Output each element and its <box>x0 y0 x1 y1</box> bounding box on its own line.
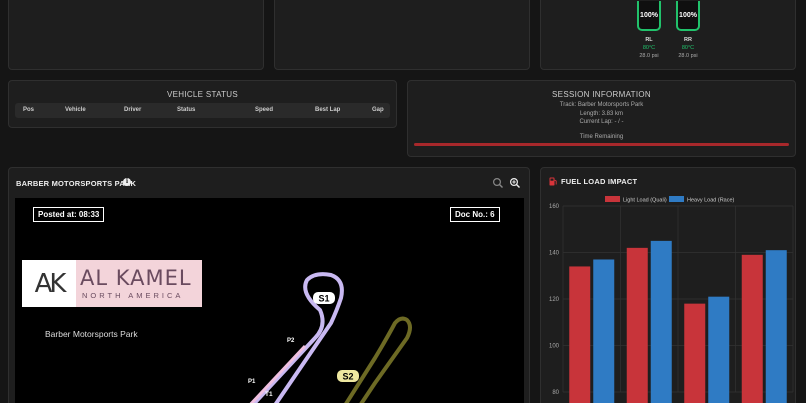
col-pos[interactable]: Pos <box>23 107 34 113</box>
marker-t1: T1 <box>265 391 273 398</box>
y-tick-1: 140 <box>549 251 560 257</box>
top-left-panel <box>8 0 264 70</box>
y-tick-0: 160 <box>549 204 560 210</box>
bar-1-1 <box>650 240 672 403</box>
tire-rl-label: RL <box>645 37 653 43</box>
tire-rr-pressure: 28.0 psi <box>678 53 698 59</box>
tire-status-panel: 100% 100% RL 80°C 28.0 psi RR 80°C 28.0 … <box>540 0 796 70</box>
bar-1-0 <box>593 259 615 403</box>
tire-rr: 100% <box>676 1 700 31</box>
legend-swatch-1 <box>669 196 684 202</box>
tire-rl-info: RL 80°C 28.0 psi <box>629 37 669 59</box>
session-length: Length: 3.83 km <box>579 111 624 117</box>
info-icon[interactable]: i <box>123 178 131 186</box>
tire-rl-wear: 100% <box>640 11 658 19</box>
col-status[interactable]: Status <box>177 107 195 113</box>
y-tick-2: 120 <box>549 297 560 303</box>
col-best-lap[interactable]: Best Lap <box>315 107 340 113</box>
bar-0-1 <box>626 247 648 403</box>
bar-1-3 <box>765 250 787 403</box>
track-map-title: BARBER MOTORSPORTS PARK <box>16 179 137 188</box>
legend-label-0: Light Load (Quali) <box>623 198 667 204</box>
top-middle-panel <box>274 0 530 70</box>
sector-1-label: S1 <box>318 294 329 304</box>
tire-rl-temp: 80°C <box>642 45 656 51</box>
fuel-pump-icon <box>549 177 557 186</box>
marker-p1: P1 <box>248 379 256 385</box>
fuel-load-title: FUEL LOAD IMPACT <box>561 177 638 186</box>
track-map-panel: BARBER MOTORSPORTS PARK i Posted at: 08:… <box>8 167 530 403</box>
session-time-remaining-label: Time Remaining <box>579 134 624 140</box>
tire-rl-pressure: 28.0 psi <box>639 53 659 59</box>
legend-label-1: Heavy Load (Race) <box>687 198 735 204</box>
tire-rr-temp: 80°C <box>681 45 695 51</box>
track-map-canvas[interactable]: Posted at: 08:33 Doc No.: 6 AK AL KAMEL … <box>15 198 524 403</box>
y-tick-4: 80 <box>552 390 559 396</box>
session-info-panel: SESSION INFORMATION Track: Barber Motors… <box>407 80 796 157</box>
bar-0-0 <box>569 266 591 403</box>
fuel-load-panel: FUEL LOAD IMPACT Light Load (Quali) Heavy… <box>540 167 796 403</box>
vehicle-status-title: VEHICLE STATUS <box>166 90 239 99</box>
track-sector-2 <box>344 316 412 403</box>
session-title: SESSION INFORMATION <box>552 90 651 99</box>
legend-swatch-0 <box>605 196 620 202</box>
bar-1-2 <box>708 296 730 403</box>
tire-rl: 100% <box>637 1 661 31</box>
fuel-load-chart: Light Load (Quali) Heavy Load (Race) 160 14… <box>549 196 794 403</box>
zoom-in-icon[interactable] <box>509 177 521 189</box>
vehicle-status-panel: VEHICLE STATUS Pos Vehicle Driver Status… <box>8 80 397 128</box>
session-track: Track: Barber Motorsports Park <box>559 102 644 108</box>
bar-0-2 <box>684 303 706 403</box>
col-speed[interactable]: Speed <box>255 107 273 113</box>
tire-rr-wear: 100% <box>679 11 697 19</box>
tire-rr-label: RR <box>684 37 692 43</box>
bar-0-3 <box>741 254 763 403</box>
sector-2-label: S2 <box>342 372 353 382</box>
marker-p2: P2 <box>287 338 295 344</box>
track-layout: S1 S2 P2 P1 T1 <box>248 272 412 403</box>
zoom-out-icon[interactable] <box>492 177 504 189</box>
tire-rr-info: RR 80°C 28.0 psi <box>668 37 708 59</box>
vehicle-status-table-header: Pos Vehicle Driver Status Speed Best Lap… <box>15 103 390 118</box>
y-tick-3: 100 <box>549 344 560 350</box>
col-vehicle[interactable]: Vehicle <box>65 107 86 113</box>
time-remaining-bar <box>414 143 789 146</box>
col-driver[interactable]: Driver <box>124 107 141 113</box>
col-gap[interactable]: Gap <box>372 107 384 113</box>
session-current-lap: Current Lap: - / - <box>579 119 624 125</box>
